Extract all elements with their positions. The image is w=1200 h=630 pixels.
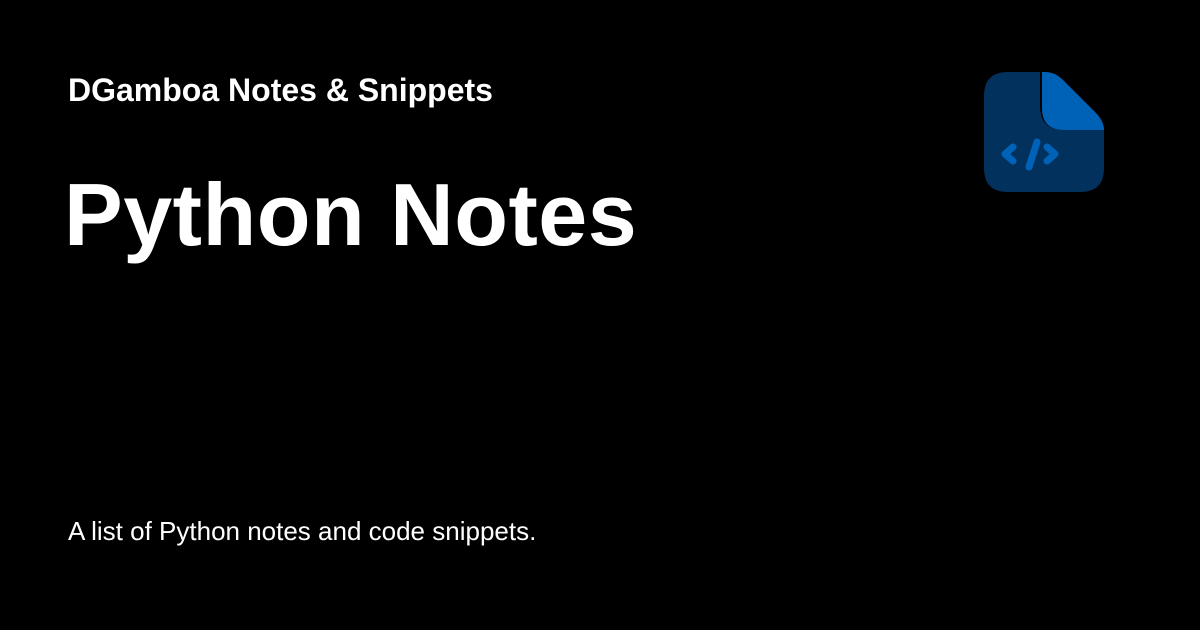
page-description: A list of Python notes and code snippets… <box>68 516 537 546</box>
code-file-icon <box>984 72 1104 192</box>
file-fold-shape <box>1042 72 1104 130</box>
site-title: DGamboa Notes & Snippets <box>68 72 493 108</box>
page-title: Python Notes <box>64 165 638 264</box>
social-card: DGamboa Notes & Snippets Python Notes A … <box>0 0 1200 630</box>
